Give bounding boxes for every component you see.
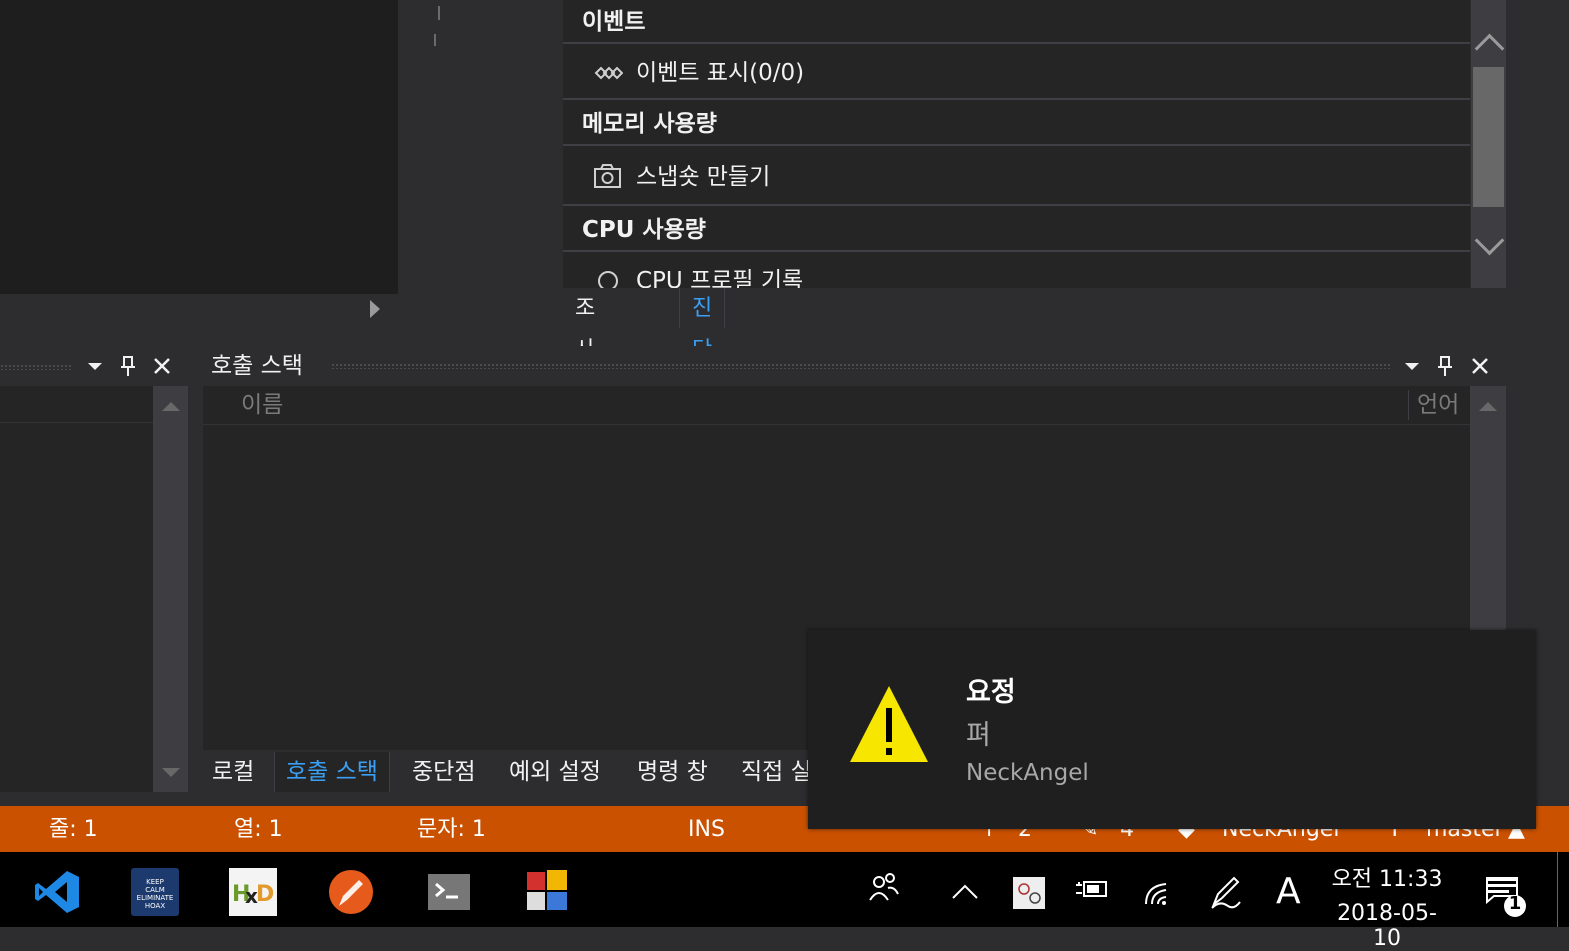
- take-snapshot-item[interactable]: 스냅숏 만들기: [563, 148, 1470, 206]
- taskbar: KEEP CALM ELIMINATE HOAX HxD A 오전 11:33 …: [0, 852, 1569, 951]
- toast-app-name: NeckAngel: [966, 760, 1089, 786]
- status-line: 줄: 1: [49, 817, 98, 842]
- toast-title: 요정: [966, 677, 1016, 708]
- tab-locals[interactable]: 로컬: [201, 752, 265, 792]
- close-icon[interactable]: [1468, 354, 1492, 378]
- tab-watch-1[interactable]: 조사식 1: [563, 288, 607, 447]
- diagnostic-vertical-scrollbar[interactable]: [1471, 0, 1506, 288]
- clock[interactable]: 오전 11:33 2018-05-10: [1326, 852, 1448, 951]
- editor-margin: [398, 0, 550, 330]
- toast-body: 펴: [966, 720, 991, 751]
- keep-calm-icon[interactable]: KEEP CALM ELIMINATE HOAX: [131, 868, 179, 916]
- pin-icon[interactable]: [1433, 354, 1457, 378]
- terminal-icon[interactable]: [425, 868, 473, 916]
- show-events-item[interactable]: 이벤트 표시(0/0): [563, 46, 1470, 100]
- status-insert-mode[interactable]: INS: [688, 806, 725, 854]
- left-tool-window: [0, 346, 188, 792]
- tray-app-icon[interactable]: [1012, 852, 1046, 927]
- keep-calm-line: CALM: [145, 886, 165, 894]
- close-icon[interactable]: [150, 354, 174, 378]
- status-column: 열: 1: [234, 817, 283, 842]
- status-char: 문자: 1: [417, 817, 486, 842]
- scroll-down-icon[interactable]: [162, 768, 180, 777]
- events-diamond-icon: [593, 46, 624, 100]
- keep-calm-line: HOAX: [144, 902, 166, 910]
- visual-studio-icon[interactable]: [33, 868, 81, 916]
- keep-calm-line: ELIMINATE: [136, 894, 174, 902]
- svg-text:D: D: [256, 882, 274, 907]
- section-header-cpu: CPU 사용량: [563, 208, 1470, 252]
- pencil-app-icon[interactable]: [327, 868, 375, 916]
- record-cpu-profile-item[interactable]: CPU 프로필 기록: [563, 254, 1470, 288]
- scrollbar-thumb[interactable]: [1473, 67, 1504, 207]
- action-center-icon[interactable]: 1: [1484, 852, 1526, 927]
- diagnostic-list: 이벤트 이벤트 표시(0/0) 메모리 사용량 스냅숏 만들기 CPU 사용량 …: [563, 0, 1470, 288]
- section-header-memory: 메모리 사용량: [563, 102, 1470, 146]
- scroll-up-icon[interactable]: [1479, 402, 1497, 411]
- dropdown-arrow-icon[interactable]: [1400, 354, 1424, 378]
- warning-icon: [848, 684, 930, 768]
- notification-badge: 1: [1508, 893, 1522, 914]
- scroll-up-icon[interactable]: [162, 402, 180, 411]
- clock-time: 오전 11:33: [1331, 867, 1443, 892]
- toast-notification[interactable]: 요정 펴 NeckAngel: [808, 630, 1536, 829]
- people-icon[interactable]: [866, 852, 902, 927]
- wifi-icon[interactable]: [1142, 852, 1176, 927]
- left-tool-window-title: [0, 346, 188, 386]
- camera-icon: [593, 148, 623, 202]
- pen-workspace-icon[interactable]: [1208, 852, 1244, 927]
- scroll-right-arrow-icon[interactable]: [370, 300, 380, 318]
- hxd-icon[interactable]: HxD: [229, 868, 277, 916]
- column-header-language[interactable]: 언어: [1417, 386, 1459, 424]
- section-header-events: 이벤트: [563, 0, 1470, 44]
- clock-date: 2018-05-10: [1337, 901, 1437, 951]
- grip-dots: [0, 364, 72, 370]
- editor-area[interactable]: [0, 0, 398, 294]
- record-circle-icon: [593, 254, 623, 288]
- call-stack-header-row: 이름 언어: [203, 386, 1470, 425]
- show-events-label: 이벤트 표시(0/0): [636, 60, 805, 86]
- tab-breakpoints[interactable]: 중단점: [401, 752, 486, 792]
- tab-command-window[interactable]: 명령 창: [626, 752, 719, 792]
- take-snapshot-label: 스냅숏 만들기: [636, 164, 771, 190]
- left-vertical-scrollbar[interactable]: [153, 386, 188, 792]
- show-hidden-icons-chevron-icon[interactable]: [950, 852, 980, 927]
- show-desktop-button[interactable]: [1557, 852, 1558, 927]
- scroll-down-chevron-icon[interactable]: [1474, 225, 1505, 256]
- column-header-name[interactable]: 이름: [241, 386, 283, 424]
- diagnostic-tools-panel: 이벤트 이벤트 표시(0/0) 메모리 사용량 스냅숏 만들기 CPU 사용량 …: [550, 0, 1506, 447]
- tab-call-stack[interactable]: 호출 스택: [274, 752, 390, 792]
- keep-calm-line: KEEP: [146, 878, 164, 886]
- battery-charging-icon[interactable]: [1074, 852, 1110, 927]
- tab-exception-settings[interactable]: 예외 설정: [498, 752, 612, 792]
- dropdown-arrow-icon[interactable]: [83, 354, 107, 378]
- pin-icon[interactable]: [116, 354, 140, 378]
- call-stack-title-bar: 호출 스택: [201, 346, 1506, 386]
- call-stack-title: 호출 스택: [211, 353, 303, 379]
- grip-dots: [331, 363, 1391, 369]
- record-cpu-profile-label: CPU 프로필 기록: [636, 268, 804, 288]
- scroll-up-chevron-icon[interactable]: [1474, 33, 1505, 64]
- ime-indicator[interactable]: A: [1276, 852, 1301, 927]
- color-app-icon[interactable]: [523, 868, 571, 916]
- tab-diagnostic-tools[interactable]: 진단 도구: [679, 288, 726, 447]
